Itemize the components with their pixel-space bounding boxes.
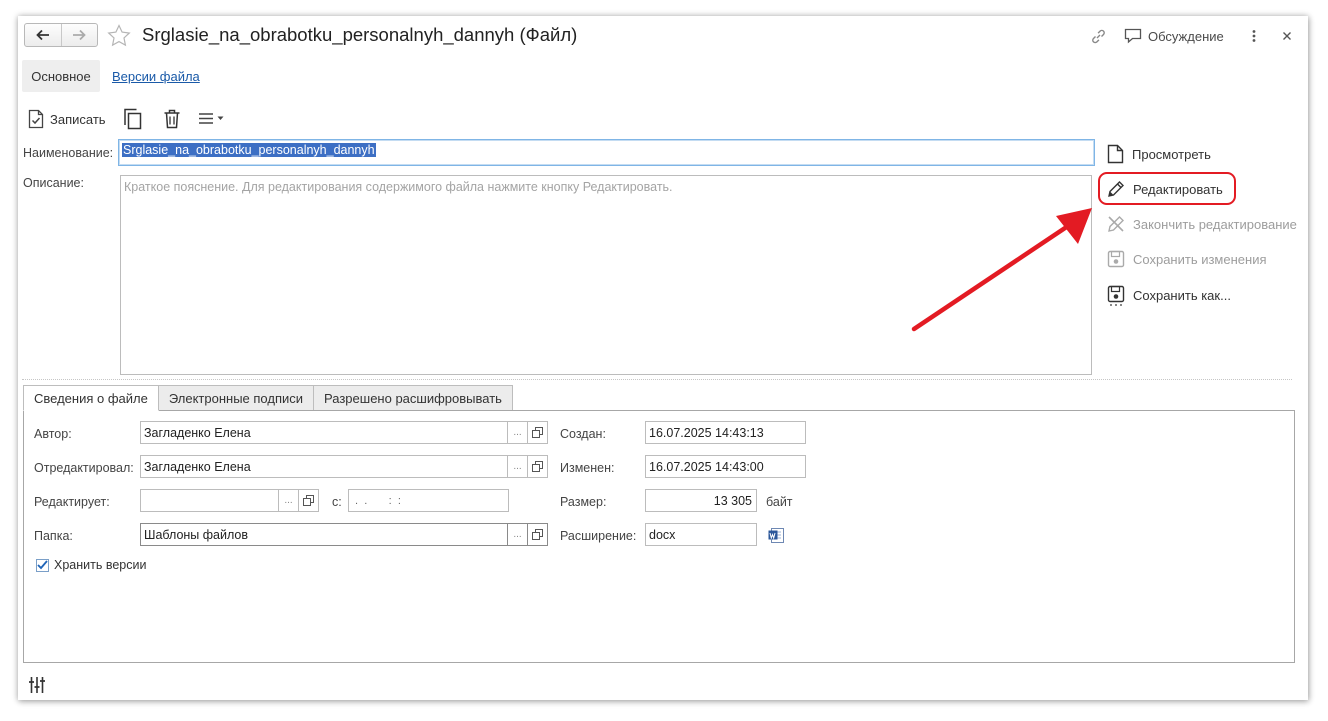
tab-decrypt-allowed[interactable]: Разрешено расшифровывать (313, 385, 513, 411)
discussion-button[interactable]: Обсуждение (1124, 28, 1224, 44)
star-icon (107, 24, 131, 47)
more-actions-button[interactable] (1251, 28, 1257, 44)
tab-file-versions[interactable]: Версии файла (112, 69, 200, 84)
copy-link-button[interactable] (1090, 28, 1107, 45)
sliders-icon (29, 677, 45, 693)
pencil-icon (1108, 181, 1124, 197)
editing-input[interactable] (140, 489, 279, 512)
size-input[interactable]: 13 305 (645, 489, 757, 512)
section-divider (22, 379, 1292, 380)
arrow-right-icon (73, 29, 87, 41)
save-changes-label: Сохранить изменения (1133, 251, 1267, 267)
file-form-window: Srglasie_na_obrabotku_personalnyh_dannyh… (18, 16, 1308, 700)
floppy-as-icon (1107, 285, 1125, 306)
annotation-arrow-icon (911, 208, 1092, 332)
tab-digital-signatures[interactable]: Электронные подписи (157, 385, 315, 411)
folder-field-group: Шаблоны файлов ... (140, 523, 548, 546)
editing-since-input[interactable]: . . : : (348, 489, 509, 512)
close-icon (1283, 32, 1291, 40)
extension-label: Расширение: (560, 529, 637, 543)
edited-by-open-button[interactable] (528, 455, 548, 478)
edit-label: Редактировать (1133, 181, 1223, 197)
end-edit-icon (1108, 216, 1124, 232)
open-window-icon (532, 461, 543, 472)
more-menu-button[interactable] (198, 112, 224, 125)
back-button[interactable] (25, 24, 61, 46)
chat-bubble-icon (1124, 28, 1142, 44)
folder-input[interactable]: Шаблоны файлов (140, 523, 508, 546)
view-button[interactable]: Просмотреть (1107, 144, 1211, 164)
author-input[interactable]: Загладенко Елена (140, 421, 508, 444)
chevron-down-icon (217, 116, 224, 120)
editing-field-group: ... (140, 489, 319, 512)
close-button[interactable] (1281, 30, 1293, 42)
checkbox-box (36, 558, 49, 572)
folder-label: Папка: (34, 529, 73, 543)
navigation-buttons (24, 23, 98, 47)
bottom-tabs: Сведения о файле Электронные подписи Раз… (23, 385, 513, 411)
created-input[interactable]: 16.07.2025 14:43:13 (645, 421, 806, 444)
tab-main[interactable]: Основное (22, 60, 100, 92)
window-title: Srglasie_na_obrabotku_personalnyh_dannyh… (142, 24, 578, 45)
finish-editing-button[interactable]: Закончить редактирование (1107, 215, 1297, 233)
discussion-label: Обсуждение (1148, 28, 1224, 44)
editing-select-button[interactable]: ... (279, 489, 299, 512)
modified-label: Изменен: (560, 461, 615, 475)
menu-icon (199, 113, 213, 124)
author-field-group: Загладенко Елена ... (140, 421, 548, 444)
edited-by-input[interactable]: Загладенко Елена (140, 455, 508, 478)
keep-versions-label: Хранить версии (54, 558, 147, 572)
author-open-button[interactable] (528, 421, 548, 444)
word-document-icon (768, 528, 784, 543)
finish-editing-label: Закончить редактирование (1133, 216, 1297, 232)
keep-versions-checkbox[interactable]: Хранить версии (36, 558, 146, 572)
edit-button[interactable]: Редактировать (1107, 180, 1223, 198)
editing-since-label: с: (332, 495, 342, 509)
save-label: Записать (50, 111, 106, 127)
open-window-icon (532, 529, 543, 540)
form-settings-button[interactable] (28, 676, 46, 694)
document-icon (1107, 144, 1124, 164)
created-label: Создан: (560, 427, 606, 441)
more-vertical-icon (1252, 30, 1256, 42)
checkmark-icon (37, 560, 48, 570)
trash-icon (164, 109, 180, 129)
folder-select-button[interactable]: ... (508, 523, 528, 546)
name-label: Наименование: (23, 146, 114, 160)
folder-open-button[interactable] (528, 523, 548, 546)
open-window-icon (303, 495, 314, 506)
description-label: Описание: (23, 176, 84, 190)
name-input[interactable]: Srglasie_na_obrabotku_personalnyh_dannyh (118, 139, 1095, 166)
author-label: Автор: (34, 427, 72, 441)
editing-label: Редактирует: (34, 495, 110, 509)
floppy-icon (1107, 250, 1125, 268)
extension-input[interactable]: docx (645, 523, 757, 546)
modified-input[interactable]: 16.07.2025 14:43:00 (645, 455, 806, 478)
save-button[interactable]: Записать (28, 109, 106, 129)
author-select-button[interactable]: ... (508, 421, 528, 444)
edited-by-select-button[interactable]: ... (508, 455, 528, 478)
save-as-label: Сохранить как... (1133, 288, 1231, 303)
save-as-button[interactable]: Сохранить как... (1107, 285, 1231, 306)
favorite-star-button[interactable] (107, 24, 131, 47)
forward-button[interactable] (60, 24, 98, 46)
edited-by-field-group: Загладенко Елена ... (140, 455, 548, 478)
tab-file-info[interactable]: Сведения о файле (23, 385, 159, 411)
document-check-icon (28, 109, 44, 129)
delete-button[interactable] (163, 109, 181, 129)
view-label: Просмотреть (1132, 146, 1211, 162)
size-unit: байт (766, 495, 793, 509)
name-value: Srglasie_na_obrabotku_personalnyh_dannyh (122, 143, 376, 157)
editing-open-button[interactable] (299, 489, 319, 512)
arrow-left-icon (35, 29, 49, 41)
save-changes-button[interactable]: Сохранить изменения (1107, 250, 1267, 268)
link-icon (1092, 29, 1105, 44)
edited-by-label: Отредактировал: (34, 461, 134, 475)
open-window-icon (532, 427, 543, 438)
copy-icon (124, 108, 142, 130)
size-label: Размер: (560, 495, 607, 509)
copy-button[interactable] (123, 108, 143, 130)
